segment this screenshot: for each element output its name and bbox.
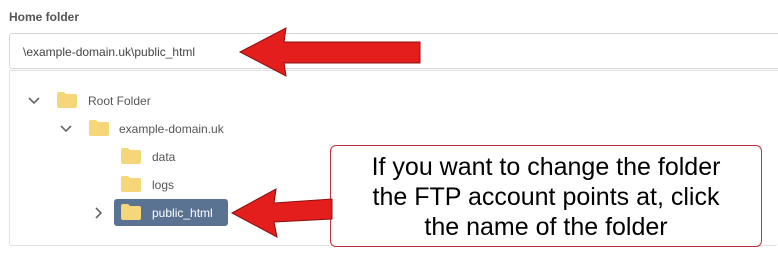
arrow-to-path-icon <box>238 27 421 77</box>
annotation-arrows <box>230 27 421 238</box>
arrow-to-public-html-icon <box>230 188 333 238</box>
